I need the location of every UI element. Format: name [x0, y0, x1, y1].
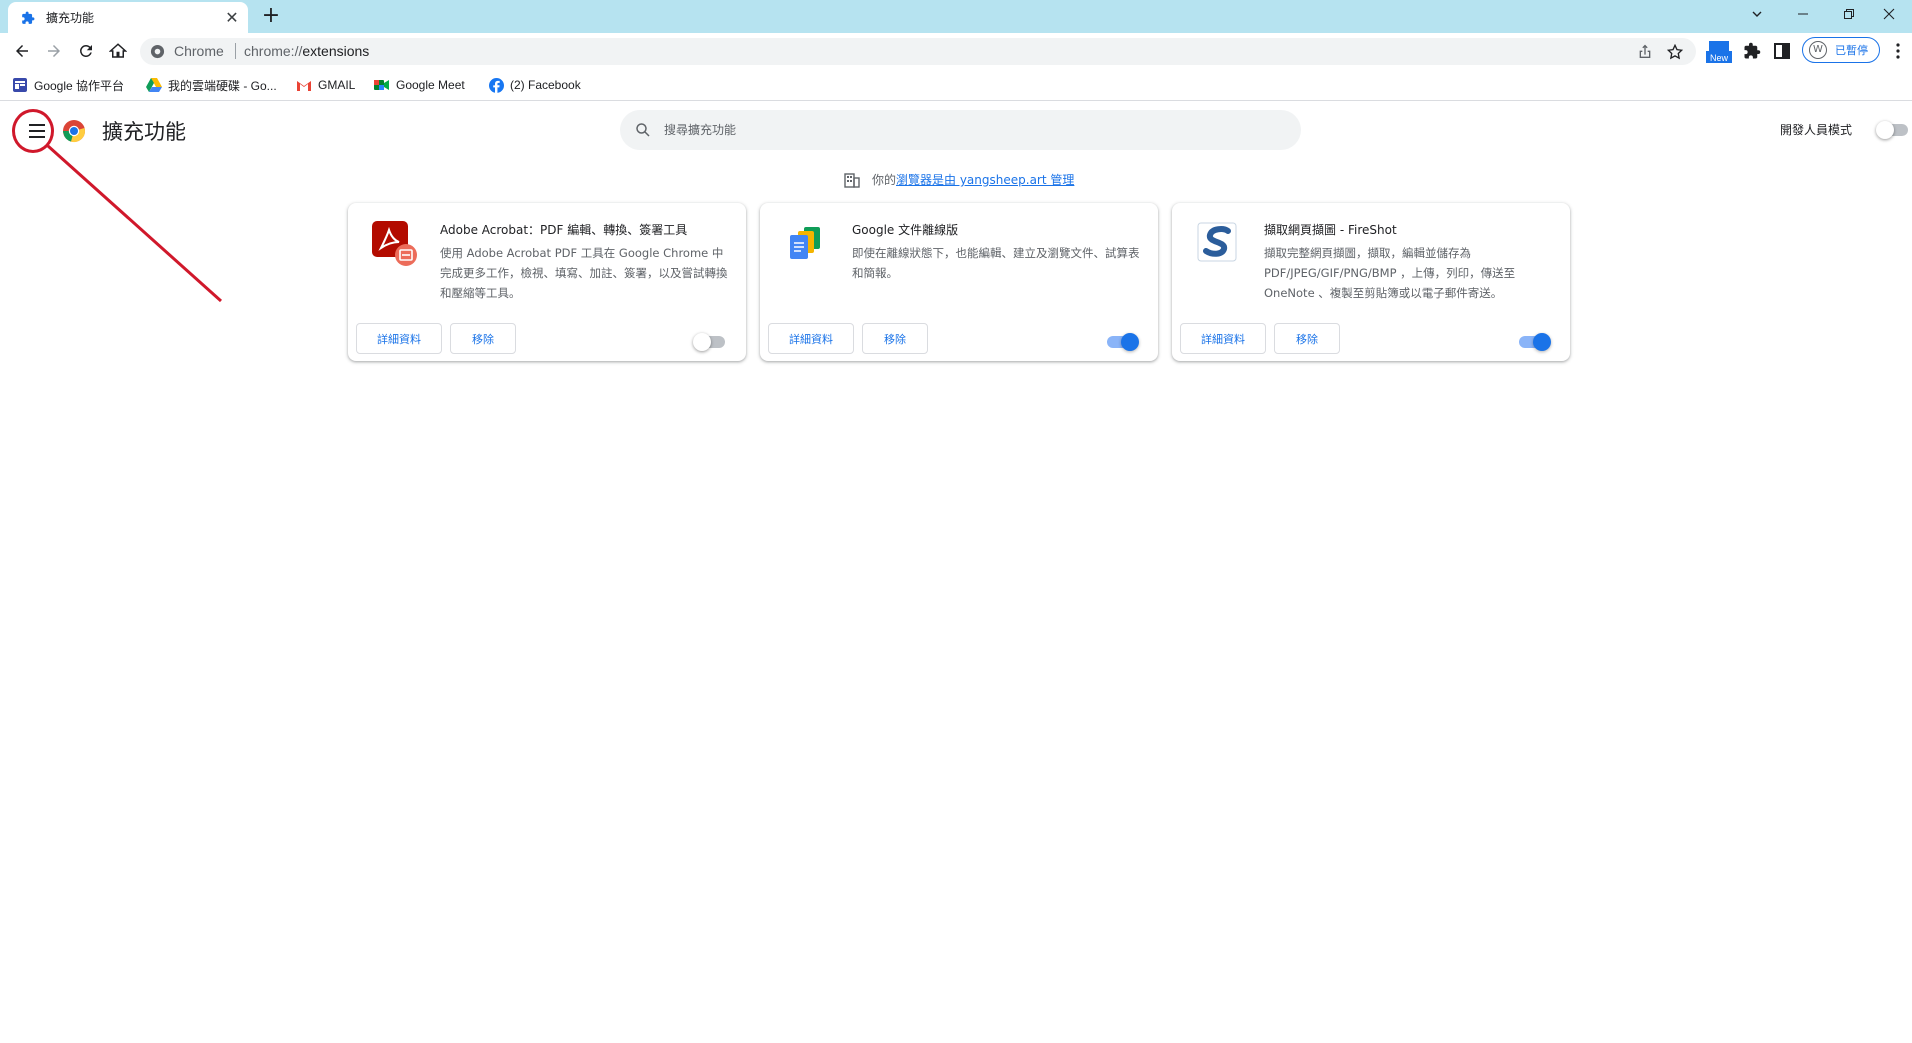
bookmark-facebook[interactable]: (2) Facebook [488, 75, 581, 95]
extensions-puzzle-icon[interactable] [1742, 41, 1762, 61]
managed-notice: 你的 瀏覽器是由 yangsheep.art 管理 [844, 171, 1074, 188]
restore-icon [1844, 9, 1854, 19]
extension-name: Google 文件離線版 [852, 223, 959, 237]
chrome-logo-icon [63, 120, 85, 142]
address-bar[interactable]: Chrome chrome://extensions [140, 38, 1696, 65]
search-extensions[interactable] [620, 110, 1301, 150]
new-extension-icon[interactable]: New [1706, 39, 1732, 65]
extension-toggle[interactable] [693, 333, 725, 351]
extension-description: 使用 Adobe Acrobat PDF 工具在 Google Chrome 中… [440, 246, 728, 300]
svg-text:New: New [1710, 53, 1729, 63]
extension-toggle[interactable] [1107, 333, 1139, 351]
tab-strip: 擴充功能 ✕ + [0, 0, 1912, 33]
bookmark-gmail[interactable]: GMAIL [296, 75, 355, 95]
annotation-arrow-line [46, 144, 223, 303]
close-window-button[interactable] [1866, 0, 1912, 28]
more-menu-icon[interactable] [1888, 41, 1908, 61]
chevron-down-icon [1752, 11, 1762, 17]
extension-card-fireshot: 擷取網頁擷圖 - FireShot 擷取完整網頁擷圖，擷取，編輯並儲存為 PDF… [1172, 203, 1570, 361]
profile-button[interactable]: W 已暫停 [1802, 37, 1880, 63]
remove-button[interactable]: 移除 [450, 323, 516, 354]
toggle-knob [1533, 333, 1551, 351]
extension-name: 擷取網頁擷圖 - FireShot [1264, 223, 1397, 237]
details-button[interactable]: 詳細資料 [356, 323, 442, 354]
toggle-knob [1876, 121, 1894, 139]
managed-link[interactable]: 瀏覽器是由 yangsheep.art 管理 [896, 171, 1074, 188]
search-input[interactable] [664, 118, 1264, 142]
toggle-knob [1121, 333, 1139, 351]
developer-mode-label: 開發人員模式 [1780, 123, 1853, 137]
remove-button[interactable]: 移除 [862, 323, 928, 354]
google-meet-icon [374, 77, 390, 93]
managed-prefix: 你的 [872, 173, 897, 187]
side-panel-icon[interactable] [1772, 41, 1792, 61]
details-button[interactable]: 詳細資料 [768, 323, 854, 354]
close-icon [1883, 8, 1895, 20]
adobe-acrobat-icon [372, 221, 417, 266]
extension-description: 即使在離線狀態下，也能編輯、建立及瀏覽文件、試算表和簡報。 [852, 246, 1140, 280]
extension-toggle[interactable] [1519, 333, 1551, 351]
avatar: W [1809, 41, 1827, 59]
details-button[interactable]: 詳細資料 [1180, 323, 1266, 354]
fireshot-icon [1197, 222, 1237, 262]
bookmark-google-meet[interactable]: Google Meet [374, 75, 465, 95]
extension-name: Adobe Acrobat：PDF 編輯、轉換、簽署工具 [440, 223, 688, 237]
building-icon [844, 172, 860, 188]
toolbar: Chrome chrome://extensions New W 已暫停 [0, 33, 1912, 69]
minimize-button[interactable] [1780, 0, 1826, 28]
bookmarks-bar: Google 協作平台 我的雲端硬碟 - Go... GMAIL Google … [0, 69, 1912, 101]
developer-mode-toggle[interactable] [1876, 121, 1908, 139]
gmail-icon [296, 77, 312, 93]
extension-card-adobe-acrobat: Adobe Acrobat：PDF 編輯、轉換、簽署工具 使用 Adobe Ac… [348, 203, 746, 361]
extension-description: 擷取完整網頁擷圖，擷取，編輯並儲存為 PDF/JPEG/GIF/PNG/BMP … [1264, 246, 1516, 300]
facebook-icon [488, 77, 504, 93]
tab-search-button[interactable] [1734, 0, 1780, 28]
share-icon[interactable] [1636, 43, 1654, 61]
new-tab-button[interactable]: + [258, 4, 284, 30]
toggle-knob [693, 333, 711, 351]
search-icon [636, 123, 650, 137]
minimize-icon [1798, 13, 1808, 15]
profile-status: 已暫停 [1835, 44, 1868, 57]
remove-button[interactable]: 移除 [1274, 323, 1340, 354]
bookmark-star-icon[interactable] [1666, 43, 1684, 61]
extension-card-google-docs-offline: Google 文件離線版 即使在離線狀態下，也能編輯、建立及瀏覽文件、試算表和簡… [760, 203, 1158, 361]
google-docs-offline-icon [790, 227, 820, 259]
page-title: 擴充功能 [102, 120, 186, 144]
url-text[interactable]: chrome://extensions [244, 43, 369, 59]
